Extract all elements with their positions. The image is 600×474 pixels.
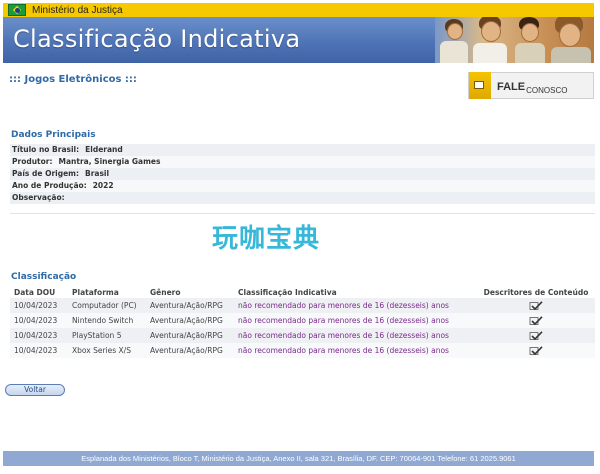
table-row: 10/04/2023 Xbox Series X/S Aventura/Ação…	[10, 343, 595, 358]
brazil-flag-icon	[8, 4, 26, 16]
col-classificacao: Classificação Indicativa	[234, 287, 477, 298]
checklist-icon[interactable]	[529, 330, 543, 341]
checklist-icon[interactable]	[529, 300, 543, 311]
fale-conosco-label: FALECONOSCO	[497, 80, 568, 95]
table-row: 10/04/2023 PlayStation 5 Aventura/Ação/R…	[10, 328, 595, 343]
col-data-dou: Data DOU	[10, 287, 68, 298]
detail-row-titulo: Título no Brasil: Elderand	[10, 144, 595, 156]
megaphone-icon	[469, 72, 491, 99]
table-row: 10/04/2023 Nintendo Switch Aventura/Ação…	[10, 313, 595, 328]
classification-table: Data DOU Plataforma Gênero Classificação…	[10, 287, 595, 358]
detail-row-produtor: Produtor: Mantra, Sinergia Games	[10, 156, 595, 168]
checklist-icon[interactable]	[529, 315, 543, 326]
ministry-link[interactable]: Ministério da Justiça	[32, 5, 123, 16]
col-genero: Gênero	[146, 287, 234, 298]
gov-bar: Ministério da Justiça	[3, 3, 594, 17]
col-descritores: Descritores de Conteúdo	[477, 287, 595, 298]
classificacao-heading: Classificação	[11, 272, 77, 282]
banner-photo	[435, 17, 594, 63]
table-header: Data DOU Plataforma Gênero Classificação…	[10, 287, 595, 298]
details-table: Título no Brasil: Elderand Produtor: Mantr…	[10, 144, 595, 204]
divider	[10, 213, 595, 214]
dados-heading: Dados Principais	[11, 130, 96, 140]
voltar-button[interactable]: Voltar	[5, 384, 65, 396]
detail-row-ano: Ano de Produção: 2022	[10, 180, 595, 192]
watermark: 玩咖宝典	[212, 224, 321, 254]
detail-row-observacao: Observação:	[10, 192, 595, 204]
banner: Classificação Indicativa	[3, 17, 594, 63]
footer-address: Esplanada dos Ministérios, Bloco T, Mini…	[3, 451, 594, 466]
section-title: ::: Jogos Eletrônicos :::	[9, 74, 137, 85]
table-row: 10/04/2023 Computador (PC) Aventura/Ação…	[10, 298, 595, 313]
detail-row-pais: País de Origem: Brasil	[10, 168, 595, 180]
fale-conosco-button[interactable]: FALECONOSCO	[468, 72, 594, 99]
checklist-icon[interactable]	[529, 345, 543, 356]
col-plataforma: Plataforma	[68, 287, 146, 298]
banner-title: Classificação Indicativa	[13, 25, 301, 53]
